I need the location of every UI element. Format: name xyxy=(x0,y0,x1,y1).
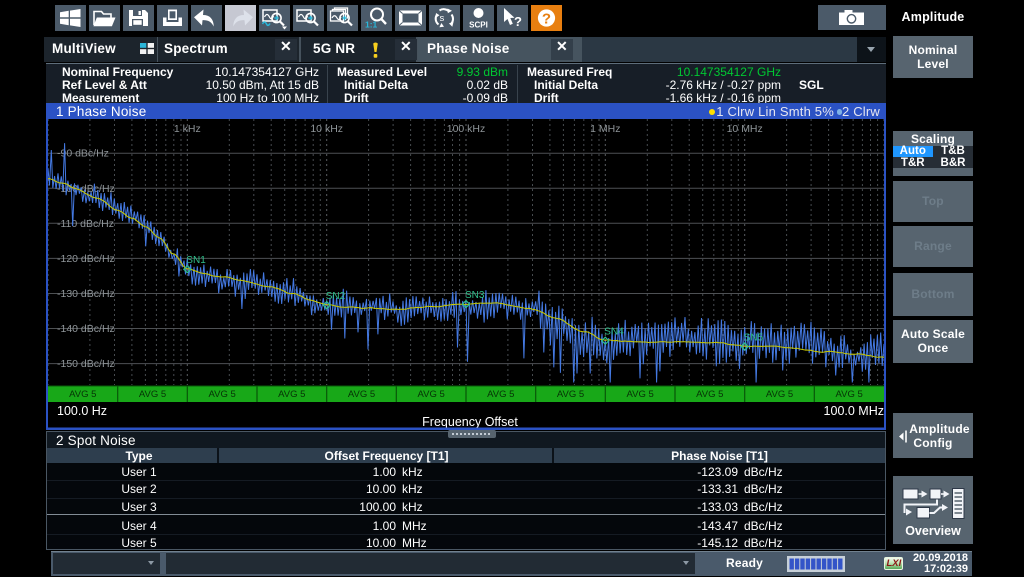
svg-text:AVG 5: AVG 5 xyxy=(627,389,654,400)
svg-text:?: ? xyxy=(514,14,522,29)
svg-text:SN1: SN1 xyxy=(186,255,206,266)
svg-text:1 kHz: 1 kHz xyxy=(174,123,201,135)
svg-text:AVG 5: AVG 5 xyxy=(139,389,166,400)
svg-text:SCPI: SCPI xyxy=(469,21,488,30)
svg-text:-150 dBc/Hz: -150 dBc/Hz xyxy=(57,358,115,370)
svg-text:100.0 Hz: 100.0 Hz xyxy=(57,404,107,418)
svg-text:AVG 5: AVG 5 xyxy=(487,389,514,400)
svg-text:-130 dBc/Hz: -130 dBc/Hz xyxy=(57,288,115,300)
svg-text:AVG 5: AVG 5 xyxy=(278,389,305,400)
svg-text:SN5: SN5 xyxy=(744,333,764,344)
svg-text:SN3: SN3 xyxy=(465,290,485,301)
svg-text:-120 dBc/Hz: -120 dBc/Hz xyxy=(57,253,115,265)
svg-text:10 kHz: 10 kHz xyxy=(310,123,343,135)
svg-text:1:1: 1:1 xyxy=(365,20,378,30)
svg-text:100 kHz: 100 kHz xyxy=(447,123,486,135)
svg-text:AVG 5: AVG 5 xyxy=(557,389,584,400)
svg-text:AVG 5: AVG 5 xyxy=(836,389,863,400)
svg-text:SN4: SN4 xyxy=(604,327,624,338)
svg-text:10 MHz: 10 MHz xyxy=(727,123,763,135)
svg-text:100.0 MHz: 100.0 MHz xyxy=(824,404,884,418)
svg-text:-140 dBc/Hz: -140 dBc/Hz xyxy=(57,323,115,335)
svg-text:AVG 5: AVG 5 xyxy=(209,389,236,400)
svg-text:s: s xyxy=(440,13,445,24)
svg-text:Frequency Offset: Frequency Offset xyxy=(422,415,518,429)
svg-text:1 MHz: 1 MHz xyxy=(590,123,620,135)
svg-text:AVG 5: AVG 5 xyxy=(348,389,375,400)
svg-text:AVG 5: AVG 5 xyxy=(418,389,445,400)
svg-text:?: ? xyxy=(542,10,551,27)
svg-text:AVG 5: AVG 5 xyxy=(696,389,723,400)
svg-text:-110 dBc/Hz: -110 dBc/Hz xyxy=(57,218,114,230)
svg-text:AVG 5: AVG 5 xyxy=(69,389,96,400)
svg-text:AVG 5: AVG 5 xyxy=(766,389,793,400)
svg-text:SN2: SN2 xyxy=(326,291,346,302)
